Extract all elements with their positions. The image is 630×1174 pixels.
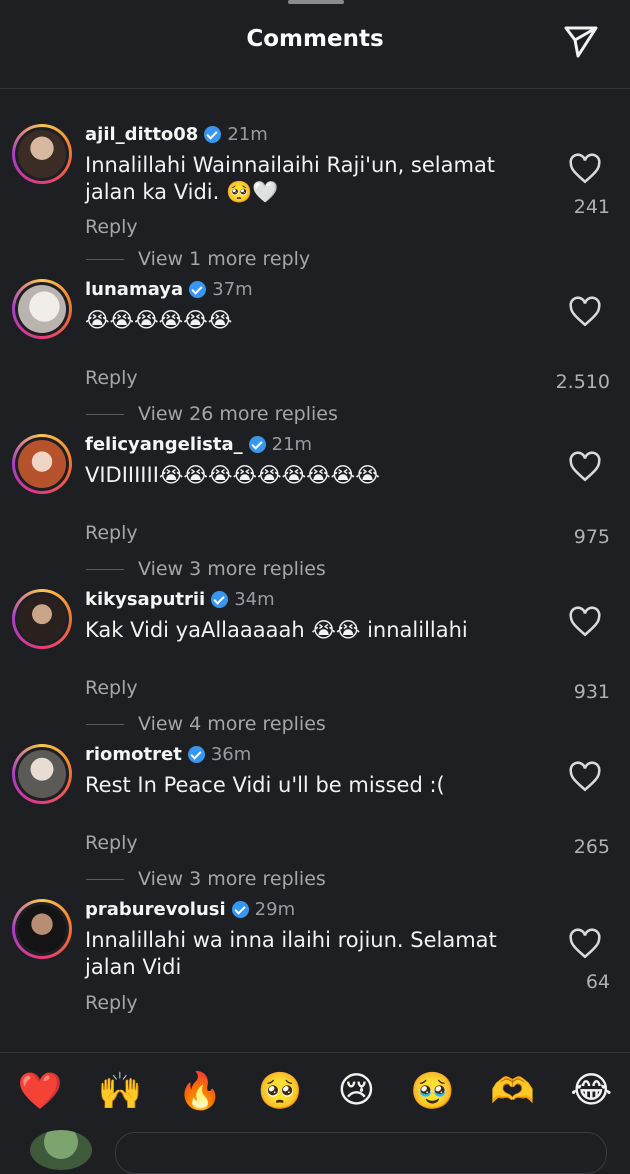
- comment-meta: praburevolusi 29m: [85, 899, 295, 920]
- comment-meta: ajil_ditto08 21m: [85, 124, 268, 145]
- comments-header: Comments: [0, 0, 630, 89]
- verified-badge-icon: [204, 126, 222, 143]
- comment-meta: felicyangelista_ 21m: [85, 434, 312, 455]
- timestamp: 29m: [254, 899, 296, 920]
- avatar[interactable]: [12, 279, 72, 339]
- reply-button[interactable]: Reply: [85, 367, 138, 389]
- username[interactable]: riomotret: [85, 744, 182, 765]
- comment-meta: riomotret 36m: [85, 744, 251, 765]
- comment-item: riomotret 36m Rest In Peace Vidi u'll be…: [0, 732, 630, 890]
- username[interactable]: ajil_ditto08: [85, 124, 198, 145]
- avatar[interactable]: [12, 589, 72, 649]
- reply-button[interactable]: Reply: [85, 832, 138, 854]
- avatar[interactable]: [12, 899, 72, 959]
- username[interactable]: kikysaputrii: [85, 589, 205, 610]
- username[interactable]: praburevolusi: [85, 899, 226, 920]
- verified-badge-icon: [211, 591, 229, 608]
- comment-input[interactable]: [115, 1132, 607, 1174]
- like-count: 64: [585, 971, 610, 993]
- comment-text: 😭😭😭😭😭😭: [85, 308, 233, 332]
- comment-text: VIDIIIIII😭😭😭😭😭😭😭😭😭: [85, 463, 380, 487]
- timestamp: 36m: [210, 744, 252, 765]
- send-icon[interactable]: [562, 22, 600, 60]
- current-user-avatar: [30, 1130, 92, 1170]
- comment-item: lunamaya 37m 😭😭😭😭😭😭 Reply View 26 more r…: [0, 267, 630, 425]
- comment-item: felicyangelista_ 21m VIDIIIIII😭😭😭😭😭😭😭😭😭 …: [0, 422, 630, 580]
- timestamp: 21m: [271, 434, 313, 455]
- username[interactable]: lunamaya: [85, 279, 183, 300]
- timestamp: 34m: [234, 589, 275, 610]
- heart-outline-icon[interactable]: [568, 605, 602, 639]
- avatar[interactable]: [12, 124, 72, 184]
- like-count: 2.510: [555, 371, 610, 393]
- timestamp: 37m: [212, 279, 253, 300]
- avatar[interactable]: [12, 744, 72, 804]
- username[interactable]: felicyangelista_: [85, 434, 243, 455]
- comment-text: Rest In Peace Vidi u'll be missed :(: [85, 773, 445, 797]
- quick-reaction-bar: ❤️ 🙌 🔥 🥺 😢 🥹 🫶 😂: [0, 1052, 630, 1128]
- heart-outline-icon[interactable]: [568, 760, 602, 794]
- page-title: Comments: [246, 26, 384, 52]
- heart-outline-icon[interactable]: [568, 450, 602, 484]
- comment-item: ajil_ditto08 21m Innalillahi Wainnailaih…: [0, 112, 630, 270]
- verified-badge-icon: [189, 281, 207, 298]
- timestamp: 21m: [227, 124, 268, 145]
- like-count: 241: [573, 196, 610, 218]
- reply-button[interactable]: Reply: [85, 216, 138, 238]
- emoji-heart-hands[interactable]: 🫶: [490, 1070, 535, 1112]
- reply-button[interactable]: Reply: [85, 992, 138, 1014]
- like-count: 265: [573, 836, 610, 858]
- avatar[interactable]: [12, 434, 72, 494]
- emoji-holding-tears[interactable]: 🥹: [410, 1070, 455, 1112]
- verified-badge-icon: [248, 436, 266, 453]
- verified-badge-icon: [231, 901, 249, 918]
- comment-item: praburevolusi 29m Innalillahi wa inna il…: [0, 887, 630, 1027]
- heart-outline-icon[interactable]: [568, 152, 602, 186]
- emoji-heart[interactable]: ❤️: [18, 1070, 63, 1112]
- emoji-pleading[interactable]: 🥺: [258, 1070, 303, 1112]
- comment-text: Kak Vidi yaAllaaaaah 😭😭 innalillahi: [85, 618, 468, 642]
- emoji-joy[interactable]: 😂: [570, 1070, 612, 1111]
- reply-button[interactable]: Reply: [85, 522, 138, 544]
- verified-badge-icon: [187, 746, 205, 763]
- emoji-raised-hands[interactable]: 🙌: [98, 1070, 143, 1112]
- comment-text: Innalillahi Wainnailaihi Raji'un, selama…: [85, 153, 496, 204]
- emoji-crying[interactable]: 😢: [338, 1070, 376, 1111]
- heart-outline-icon[interactable]: [568, 927, 602, 961]
- heart-outline-icon[interactable]: [568, 295, 602, 329]
- comment-text: Innalillahi wa inna ilaihi rojiun. Selam…: [85, 928, 497, 979]
- comment-meta: kikysaputrii 34m: [85, 589, 275, 610]
- reply-button[interactable]: Reply: [85, 677, 138, 699]
- comment-list: ajil_ditto08 21m Innalillahi Wainnailaih…: [0, 112, 630, 1027]
- like-count: 931: [573, 681, 610, 703]
- comment-item: kikysaputrii 34m Kak Vidi yaAllaaaaah 😭😭…: [0, 577, 630, 735]
- emoji-fire[interactable]: 🔥: [178, 1070, 223, 1112]
- comment-meta: lunamaya 37m: [85, 279, 253, 300]
- like-count: 975: [573, 526, 610, 548]
